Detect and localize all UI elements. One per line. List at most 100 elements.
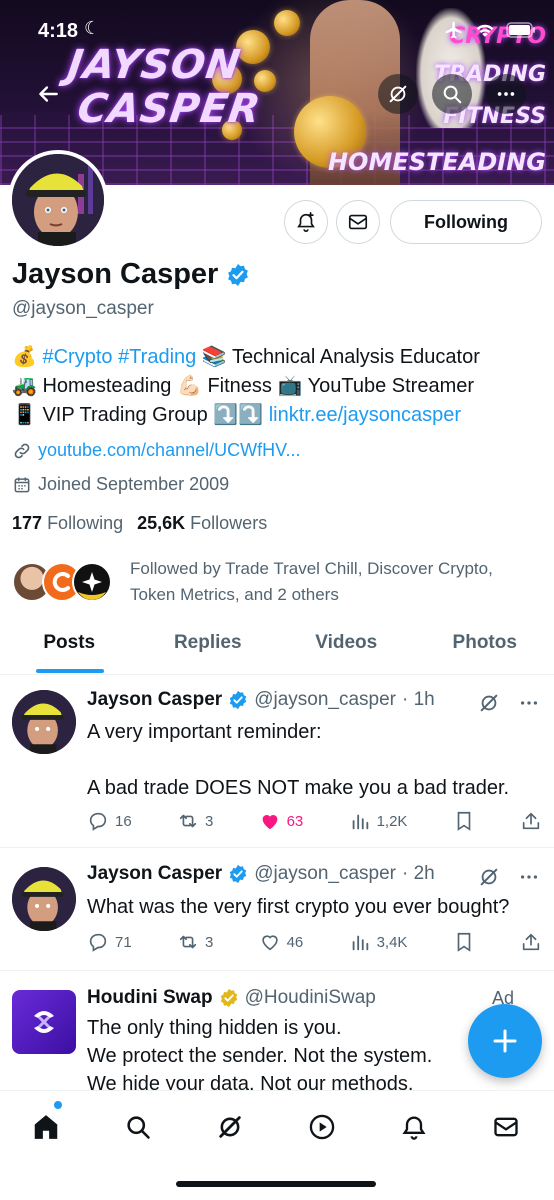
airplane-icon xyxy=(445,21,462,39)
back-button[interactable] xyxy=(28,74,68,114)
post-author-handle[interactable]: @HoudiniSwap xyxy=(245,987,376,1009)
bio-text-homesteading: Homesteading xyxy=(42,375,172,397)
tab-posts[interactable]: Posts xyxy=(0,620,139,674)
following-button[interactable]: Following xyxy=(390,200,542,244)
profile-handle: @jayson_casper xyxy=(12,298,154,319)
tab-replies[interactable]: Replies xyxy=(139,620,278,674)
bio-line-3: 📱 VIP Trading Group ⤵️⤵️ linktr.ee/jayso… xyxy=(12,401,548,430)
battery-icon xyxy=(506,22,535,38)
followed-by-section[interactable]: Followed by Trade Travel Chill, Discover… xyxy=(12,556,540,608)
notification-subscribe-button[interactable] xyxy=(284,200,328,244)
bio-text-vip: VIP Trading Group xyxy=(42,404,208,426)
post-avatar[interactable] xyxy=(12,690,76,754)
followers-count-link[interactable]: 25,6K Followers xyxy=(137,513,267,534)
views-button[interactable]: 1,2K xyxy=(349,810,408,832)
bitcoin-coin xyxy=(274,10,300,36)
link-icon xyxy=(14,443,30,458)
ad-avatar[interactable] xyxy=(12,990,76,1054)
wifi-icon xyxy=(476,24,494,37)
hashtag-crypto[interactable]: #Crypto xyxy=(42,346,112,368)
post-text: What was the very first crypto you ever … xyxy=(87,893,547,921)
repost-icon xyxy=(179,814,197,828)
post-header: Houdini Swap @HoudiniSwap xyxy=(87,987,376,1009)
post-author-handle[interactable]: @jayson_casper xyxy=(254,863,396,885)
nav-video[interactable] xyxy=(300,1105,344,1149)
grok-icon[interactable] xyxy=(478,692,500,714)
post-avatar[interactable] xyxy=(12,867,76,931)
tab-videos[interactable]: Videos xyxy=(277,620,416,674)
post[interactable]: Jayson Casper @jayson_casper · 1h A very… xyxy=(0,676,554,848)
more-icon[interactable] xyxy=(518,692,540,714)
banner-title-last: CASPER xyxy=(74,86,264,132)
bell-icon xyxy=(402,1116,426,1140)
repost-button[interactable]: 3 xyxy=(177,931,213,953)
heart-icon xyxy=(261,935,278,951)
status-icons xyxy=(444,20,536,40)
nav-home[interactable] xyxy=(24,1105,68,1149)
search-button[interactable] xyxy=(432,74,472,114)
post-author-name[interactable]: Jayson Casper xyxy=(87,863,222,885)
like-button[interactable]: 63 xyxy=(259,810,303,832)
following-count-link[interactable]: 177 Following xyxy=(12,513,123,534)
reply-button[interactable]: 16 xyxy=(87,810,132,832)
post-actions: 16 3 63 1,2K xyxy=(87,810,542,832)
banner-word-homesteading: HOMESTEADING xyxy=(327,148,546,176)
repost-button[interactable]: 3 xyxy=(177,810,213,832)
like-button[interactable]: 46 xyxy=(259,931,303,953)
nav-notifications[interactable] xyxy=(392,1105,436,1149)
bio-link-linktree[interactable]: linktr.ee/jaysoncasper xyxy=(269,404,461,426)
avatar-face-image xyxy=(12,154,104,246)
grok-icon[interactable] xyxy=(478,866,500,888)
compose-post-button[interactable] xyxy=(468,1004,542,1078)
bio-line-1: 💰 #Crypto #Trading 📚 Technical Analysis … xyxy=(12,343,548,372)
more-button[interactable] xyxy=(486,74,526,114)
calendar-icon xyxy=(14,477,30,492)
reply-button[interactable]: 71 xyxy=(87,931,132,953)
display-name-text: Jayson Casper xyxy=(12,258,219,290)
tab-photos[interactable]: Photos xyxy=(416,620,554,674)
grok-button[interactable] xyxy=(378,74,418,114)
hashtag-trading[interactable]: #Trading xyxy=(118,346,196,368)
arrow-down-emoji: ⤵️⤵️ xyxy=(213,404,264,426)
verified-badge-icon[interactable] xyxy=(226,263,250,287)
books-emoji: 📚 xyxy=(201,346,227,368)
more-icon[interactable] xyxy=(518,866,540,888)
search-icon xyxy=(443,85,462,104)
bookmark-icon[interactable] xyxy=(453,931,475,953)
post-text-line: A very important reminder: xyxy=(87,721,322,743)
message-button[interactable] xyxy=(336,200,380,244)
home-indicator-bar xyxy=(176,1181,376,1187)
post-text: A very important reminder: A bad trade D… xyxy=(87,718,547,802)
bookmark-icon[interactable] xyxy=(453,810,475,832)
gold-verified-badge-icon xyxy=(220,988,237,1008)
tractor-emoji: 🚜 xyxy=(12,375,37,397)
bio-text-fitness: Fitness xyxy=(207,375,272,397)
bio-text-educator: Technical Analysis Educator xyxy=(231,346,480,368)
view-count: 1,2K xyxy=(376,812,408,830)
post-author-name[interactable]: Jayson Casper xyxy=(87,689,222,711)
profile-avatar[interactable] xyxy=(8,150,108,250)
following-count-label: Following xyxy=(47,513,124,533)
followers-count-label: Followers xyxy=(190,513,268,533)
repost-count: 3 xyxy=(204,812,214,830)
views-button[interactable]: 3,4K xyxy=(349,931,407,953)
website-link-text[interactable]: youtube.com/channel/UCWfHV... xyxy=(38,440,300,461)
follow-counts: 177 Following 25,6K Followers xyxy=(12,513,267,534)
post-author-name[interactable]: Houdini Swap xyxy=(87,987,213,1009)
profile-website[interactable]: youtube.com/channel/UCWfHV... xyxy=(12,440,300,461)
verified-badge-icon xyxy=(229,864,247,884)
nav-messages[interactable] xyxy=(484,1105,528,1149)
follower-avatar xyxy=(72,562,112,602)
post-time: · 1h xyxy=(402,689,435,710)
moon-icon: ☾ xyxy=(84,18,101,38)
post-text-line: What was the very first crypto you ever … xyxy=(87,896,510,918)
share-icon[interactable] xyxy=(520,931,542,953)
post[interactable]: Jayson Casper @jayson_casper · 2h What w… xyxy=(0,849,554,971)
nav-search[interactable] xyxy=(116,1105,160,1149)
flexed-biceps-emoji: 💪🏻 xyxy=(177,375,202,397)
post-author-handle[interactable]: @jayson_casper xyxy=(254,689,396,711)
nav-grok[interactable] xyxy=(208,1105,252,1149)
share-icon[interactable] xyxy=(520,810,542,832)
reply-count: 16 xyxy=(115,812,132,830)
post-time: · 2h xyxy=(402,863,435,884)
